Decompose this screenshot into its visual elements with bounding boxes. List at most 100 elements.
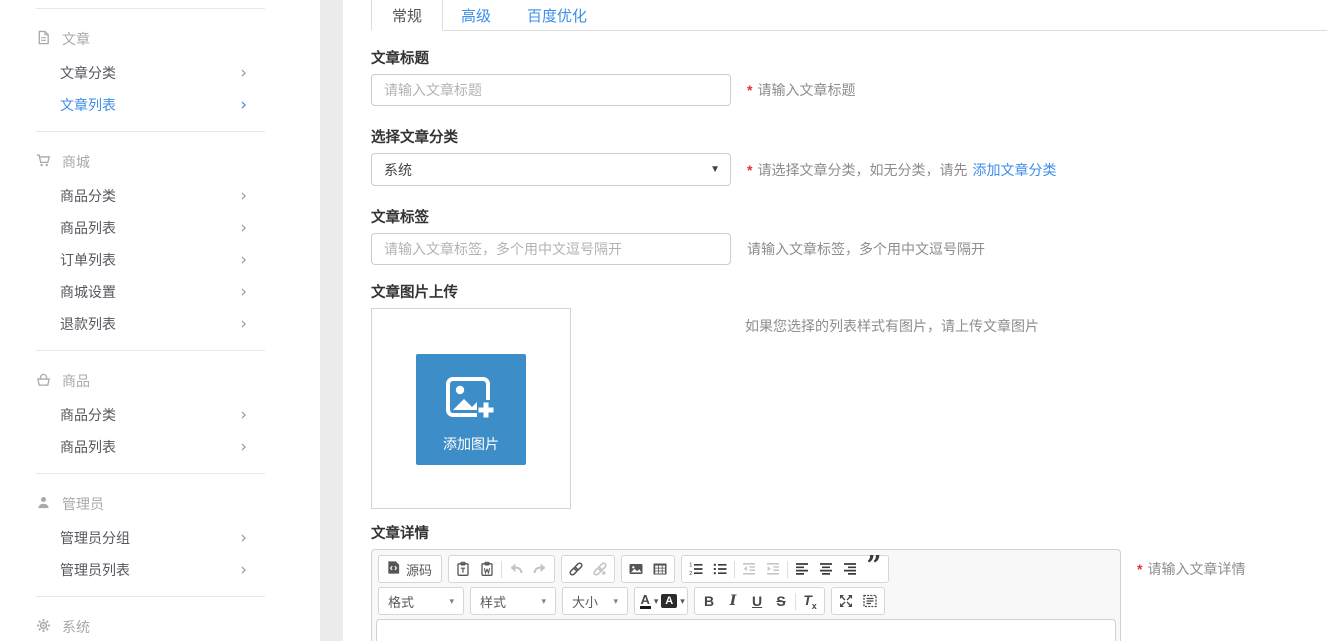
chevron-right-icon: ›: [240, 562, 247, 579]
sidebar-section-label: 商城: [62, 152, 90, 172]
sidebar-item-goods-list[interactable]: 商品列表 ›: [60, 431, 247, 463]
show-blocks-button[interactable]: [858, 589, 882, 613]
chevron-right-icon: ›: [240, 252, 247, 269]
bold-button[interactable]: B: [697, 589, 721, 613]
sidebar-item-product-list[interactable]: 商品列表 ›: [60, 212, 247, 244]
insert-table-button[interactable]: [648, 557, 672, 581]
field-label: 文章图片上传: [371, 285, 1327, 302]
sidebar-item-product-category[interactable]: 商品分类 ›: [60, 180, 247, 212]
tab-advanced[interactable]: 高级: [443, 0, 509, 30]
category-select[interactable]: 系统 ▼: [371, 153, 731, 186]
redo-button[interactable]: [528, 557, 552, 581]
add-category-link[interactable]: 添加文章分类: [972, 160, 1056, 180]
format-dropdown[interactable]: 格式 ▾: [381, 589, 461, 613]
divider: [36, 350, 265, 351]
chevron-right-icon: ›: [240, 439, 247, 456]
field-label: 文章详情: [371, 526, 1327, 543]
indent-button[interactable]: [761, 557, 785, 581]
sidebar-item-article-list[interactable]: 文章列表 ›: [60, 89, 247, 121]
align-right-button[interactable]: [838, 557, 862, 581]
tab-baidu-seo[interactable]: 百度优化: [509, 0, 605, 30]
sidebar-item-mall-settings[interactable]: 商城设置 ›: [60, 276, 247, 308]
article-tags-input[interactable]: [371, 233, 731, 265]
chevron-right-icon: ›: [240, 188, 247, 205]
required-asterisk: *: [747, 162, 752, 178]
sidebar-section-mall[interactable]: 商城: [36, 152, 320, 172]
image-upload-dropzone[interactable]: 添加图片: [371, 308, 571, 509]
unlink-button[interactable]: [588, 557, 612, 581]
toolbar-separator: [734, 561, 735, 578]
ordered-list-button[interactable]: 12: [684, 557, 708, 581]
chevron-right-icon: ›: [240, 316, 247, 333]
align-left-button[interactable]: [790, 557, 814, 581]
sidebar-item-order-list[interactable]: 订单列表 ›: [60, 244, 247, 276]
bg-color-button[interactable]: A ▾: [661, 589, 685, 613]
insert-image-button[interactable]: [624, 557, 648, 581]
divider: [36, 8, 265, 9]
sidebar-section-label: 商品: [62, 371, 90, 391]
sidebar-section-label: 文章: [62, 29, 90, 49]
field-hint: * 请选择文章分类，如无分类，请先 添加文章分类: [747, 160, 1056, 180]
strikethrough-button[interactable]: S: [769, 589, 793, 613]
add-image-button[interactable]: 添加图片: [416, 354, 526, 465]
field-label: 选择文章分类: [371, 130, 1327, 147]
svg-text:1: 1: [689, 563, 692, 569]
sidebar-item-goods-category[interactable]: 商品分类 ›: [60, 399, 247, 431]
sidebar-item-admin-group[interactable]: 管理员分组 ›: [60, 522, 247, 554]
editor-toolbar-row-1: 源码: [375, 553, 1117, 585]
sidebar-section-label: 管理员: [62, 494, 104, 514]
chevron-right-icon: ›: [240, 97, 247, 114]
text-color-button[interactable]: A ▾: [637, 589, 661, 613]
style-dropdown[interactable]: 样式 ▾: [473, 589, 553, 613]
field-hint: * 请输入文章标题: [747, 80, 855, 100]
align-center-button[interactable]: [814, 557, 838, 581]
paste-text-button[interactable]: [451, 557, 475, 581]
undo-button[interactable]: [504, 557, 528, 581]
source-code-icon: [386, 560, 401, 578]
sidebar-gutter: [320, 0, 343, 641]
divider: [36, 131, 265, 132]
field-hint: 如果您选择的列表样式有图片，请上传文章图片: [745, 316, 1039, 336]
remove-format-button[interactable]: Tx: [798, 589, 822, 613]
rich-text-editor: 源码: [371, 549, 1121, 641]
article-title-input[interactable]: [371, 74, 731, 106]
blockquote-button[interactable]: ”: [862, 557, 886, 581]
field-article-title: 文章标题 * 请输入文章标题: [371, 51, 1327, 106]
required-asterisk: *: [1137, 561, 1142, 577]
caret-down-icon: ▾: [654, 596, 659, 607]
source-code-button[interactable]: 源码: [381, 557, 439, 581]
sidebar-section-goods[interactable]: 商品: [36, 371, 320, 391]
italic-button[interactable]: I: [721, 589, 745, 613]
field-label: 文章标题: [371, 51, 1327, 68]
field-article-category: 选择文章分类 系统 ▼ * 请选择文章分类，如无分类，请先 添加文章分类: [371, 130, 1327, 186]
bullet-list-button[interactable]: [708, 557, 732, 581]
bg-color-icon: A: [661, 594, 677, 608]
caret-down-icon: ▾: [613, 596, 618, 607]
sidebar-section-admin[interactable]: 管理员: [36, 494, 320, 514]
sidebar-section-system[interactable]: 系统: [36, 617, 320, 637]
sidebar: 文章 文章分类 › 文章列表 › 商城 商品分类 › 商品列表 › 订单列表 ›: [0, 0, 320, 641]
toolbar-separator: [787, 561, 788, 578]
link-button[interactable]: [564, 557, 588, 581]
outdent-button[interactable]: [737, 557, 761, 581]
main-panel: 常规 高级 百度优化 文章标题 * 请输入文章标题 选择文章分类 系统 ▼: [343, 0, 1327, 641]
size-dropdown[interactable]: 大小 ▾: [565, 589, 625, 613]
add-image-label: 添加图片: [443, 434, 499, 454]
sidebar-section-article[interactable]: 文章: [36, 29, 320, 49]
mall-cart-icon: [36, 153, 51, 171]
sidebar-item-refund-list[interactable]: 退款列表 ›: [60, 308, 247, 340]
divider: [36, 473, 265, 474]
tab-general[interactable]: 常规: [371, 0, 443, 31]
admin-user-icon: [36, 495, 51, 513]
sidebar-item-article-category[interactable]: 文章分类 ›: [60, 57, 247, 89]
field-label: 文章标签: [371, 210, 1327, 227]
field-article-tags: 文章标签 请输入文章标签，多个用中文逗号隔开: [371, 210, 1327, 265]
chevron-right-icon: ›: [240, 284, 247, 301]
field-article-image: 文章图片上传 添加图片: [371, 285, 1327, 509]
sidebar-item-admin-list[interactable]: 管理员列表 ›: [60, 554, 247, 586]
maximize-button[interactable]: [834, 589, 858, 613]
paste-word-button[interactable]: [475, 557, 499, 581]
underline-button[interactable]: U: [745, 589, 769, 613]
editor-content-area[interactable]: [376, 619, 1116, 641]
caret-down-icon: ▾: [541, 596, 546, 607]
